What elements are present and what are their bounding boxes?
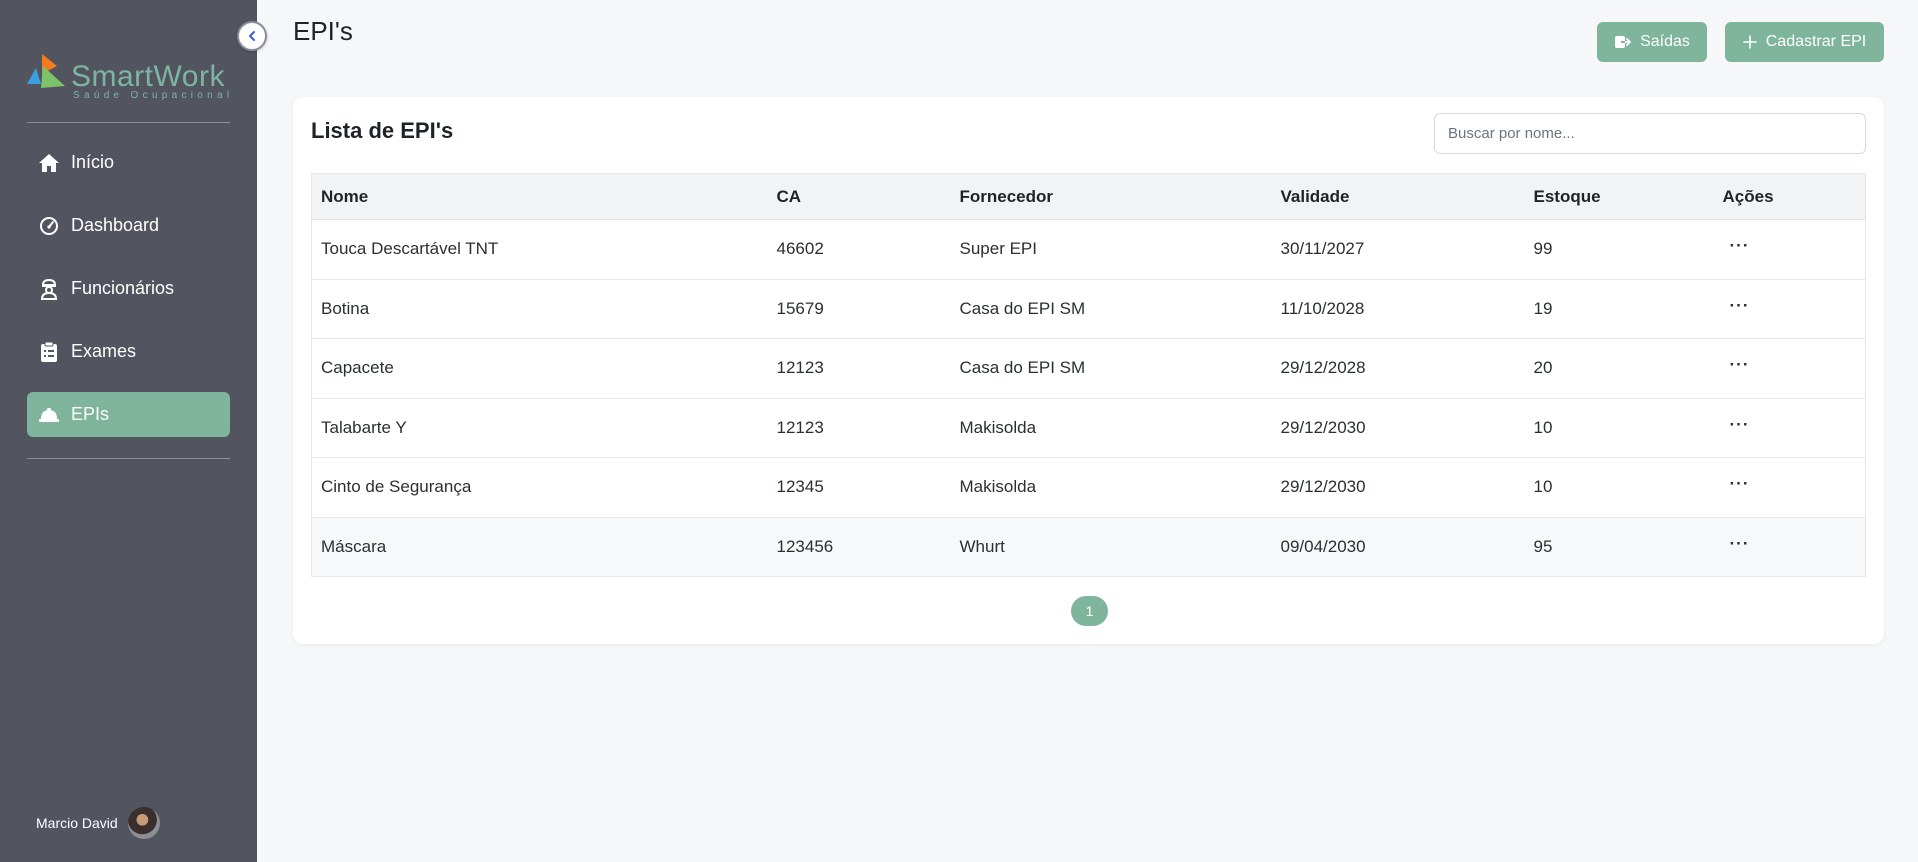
cadastrar-epi-button[interactable]: Cadastrar EPI bbox=[1725, 22, 1884, 62]
column-header-fornecedor[interactable]: Fornecedor bbox=[950, 173, 1272, 220]
brand-tagline: Saúde Ocupacional bbox=[73, 90, 234, 101]
cell-validade: 29/12/2028 bbox=[1271, 338, 1525, 399]
more-actions-icon[interactable]: ··· bbox=[1725, 416, 1755, 433]
cell-acoes: ··· bbox=[1713, 517, 1866, 577]
saidas-label: Saídas bbox=[1640, 33, 1690, 50]
cell-fornecedor: Casa do EPI SM bbox=[950, 279, 1272, 339]
table-row: Cinto de Segurança 12345 Makisolda 29/12… bbox=[311, 457, 1866, 518]
table-row: Talabarte Y 12123 Makisolda 29/12/2030 1… bbox=[311, 398, 1866, 458]
table-row: Touca Descartável TNT 46602 Super EPI 30… bbox=[311, 219, 1866, 280]
cell-acoes: ··· bbox=[1713, 457, 1866, 518]
cell-validade: 09/04/2030 bbox=[1271, 517, 1525, 577]
pagination-page-1[interactable]: 1 bbox=[1071, 596, 1108, 626]
table-row: Máscara 123456 Whurt 09/04/2030 95 ··· bbox=[311, 517, 1866, 577]
cell-fornecedor: Makisolda bbox=[950, 398, 1272, 458]
table-header-row: Nome CA Fornecedor Validade Estoque Açõe… bbox=[311, 173, 1866, 220]
smartwork-logo: SmartWork Saúde Ocupacional bbox=[27, 52, 232, 104]
brand-name: SmartWork bbox=[71, 60, 225, 93]
cell-validade: 30/11/2027 bbox=[1271, 219, 1525, 280]
cell-nome: Cinto de Segurança bbox=[311, 457, 768, 518]
cell-ca: 46602 bbox=[767, 219, 951, 280]
cell-ca: 12123 bbox=[767, 338, 951, 399]
gauge-icon bbox=[35, 215, 63, 237]
cell-acoes: ··· bbox=[1713, 219, 1866, 280]
sidebar-item-label: EPIs bbox=[71, 404, 110, 424]
more-actions-icon[interactable]: ··· bbox=[1725, 237, 1755, 254]
sidebar-item-label: Dashboard bbox=[71, 215, 160, 235]
sidebar-item-label: Funcionários bbox=[71, 278, 175, 298]
epi-table: Nome CA Fornecedor Validade Estoque Açõe… bbox=[311, 173, 1866, 577]
cell-estoque: 19 bbox=[1524, 279, 1714, 339]
cell-ca: 15679 bbox=[767, 279, 951, 339]
sidebar: SmartWork Saúde Ocupacional Início Dashb… bbox=[0, 0, 257, 862]
column-header-estoque[interactable]: Estoque bbox=[1524, 173, 1714, 220]
cell-estoque: 20 bbox=[1524, 338, 1714, 399]
avatar bbox=[127, 807, 160, 839]
chevron-left-icon bbox=[249, 31, 255, 41]
column-header-nome[interactable]: Nome bbox=[311, 173, 768, 220]
sidebar-divider-bottom bbox=[27, 458, 230, 459]
cell-fornecedor: Super EPI bbox=[950, 219, 1272, 280]
user-profile[interactable]: Marcio David bbox=[36, 807, 160, 839]
sidebar-nav: Início Dashboard Funcionários Exames EPI… bbox=[27, 140, 230, 455]
cell-fornecedor: Makisolda bbox=[950, 457, 1272, 518]
sidebar-item-inicio[interactable]: Início bbox=[27, 140, 230, 185]
cadastrar-epi-label: Cadastrar EPI bbox=[1765, 33, 1867, 50]
more-actions-icon[interactable]: ··· bbox=[1725, 475, 1755, 492]
more-actions-icon[interactable]: ··· bbox=[1725, 297, 1755, 314]
hard-hat-icon bbox=[35, 404, 63, 426]
cell-validade: 29/12/2030 bbox=[1271, 398, 1525, 458]
more-actions-icon[interactable]: ··· bbox=[1725, 356, 1755, 373]
table-row: Botina 15679 Casa do EPI SM 11/10/2028 1… bbox=[311, 279, 1866, 339]
logo-mark-icon bbox=[27, 54, 65, 88]
sidebar-item-epis[interactable]: EPIs bbox=[27, 392, 230, 437]
cell-nome: Máscara bbox=[311, 517, 768, 577]
sidebar-item-funcionarios[interactable]: Funcionários bbox=[27, 266, 230, 311]
cell-nome: Capacete bbox=[311, 338, 768, 399]
user-name: Marcio David bbox=[36, 815, 118, 831]
sidebar-item-exames[interactable]: Exames bbox=[27, 329, 230, 374]
worker-icon bbox=[35, 278, 63, 300]
cell-validade: 29/12/2030 bbox=[1271, 457, 1525, 518]
home-icon bbox=[35, 152, 63, 174]
cell-ca: 123456 bbox=[767, 517, 951, 577]
epi-list-card: Lista de EPI's Nome CA Fornecedor Valida… bbox=[293, 97, 1884, 644]
table-row: Capacete 12123 Casa do EPI SM 29/12/2028… bbox=[311, 338, 1866, 399]
cell-nome: Botina bbox=[311, 279, 768, 339]
search-input[interactable] bbox=[1434, 113, 1866, 154]
cell-nome: Talabarte Y bbox=[311, 398, 768, 458]
column-header-ca[interactable]: CA bbox=[767, 173, 951, 220]
cell-fornecedor: Whurt bbox=[950, 517, 1272, 577]
sidebar-item-dashboard[interactable]: Dashboard bbox=[27, 203, 230, 248]
cell-nome: Touca Descartável TNT bbox=[311, 219, 768, 280]
sidebar-item-label: Início bbox=[71, 152, 115, 172]
exit-icon bbox=[1615, 36, 1631, 48]
page-title: EPI's bbox=[293, 16, 353, 46]
card-title: Lista de EPI's bbox=[311, 118, 454, 143]
sidebar-divider-top bbox=[27, 122, 230, 123]
cell-estoque: 95 bbox=[1524, 517, 1714, 577]
more-actions-icon[interactable]: ··· bbox=[1725, 535, 1755, 552]
sidebar-item-label: Exames bbox=[71, 341, 137, 361]
saidas-button[interactable]: Saídas bbox=[1597, 22, 1707, 62]
plus-icon bbox=[1742, 35, 1757, 49]
cell-acoes: ··· bbox=[1713, 398, 1866, 458]
cell-validade: 11/10/2028 bbox=[1271, 279, 1525, 339]
cell-acoes: ··· bbox=[1713, 338, 1866, 399]
sidebar-collapse-button[interactable] bbox=[237, 21, 267, 51]
cell-estoque: 10 bbox=[1524, 457, 1714, 518]
cell-ca: 12123 bbox=[767, 398, 951, 458]
column-header-acoes: Ações bbox=[1713, 173, 1866, 220]
cell-acoes: ··· bbox=[1713, 279, 1866, 339]
cell-ca: 12345 bbox=[767, 457, 951, 518]
cell-estoque: 10 bbox=[1524, 398, 1714, 458]
cell-fornecedor: Casa do EPI SM bbox=[950, 338, 1272, 399]
clipboard-icon bbox=[35, 341, 63, 363]
cell-estoque: 99 bbox=[1524, 219, 1714, 280]
column-header-validade[interactable]: Validade bbox=[1271, 173, 1525, 220]
